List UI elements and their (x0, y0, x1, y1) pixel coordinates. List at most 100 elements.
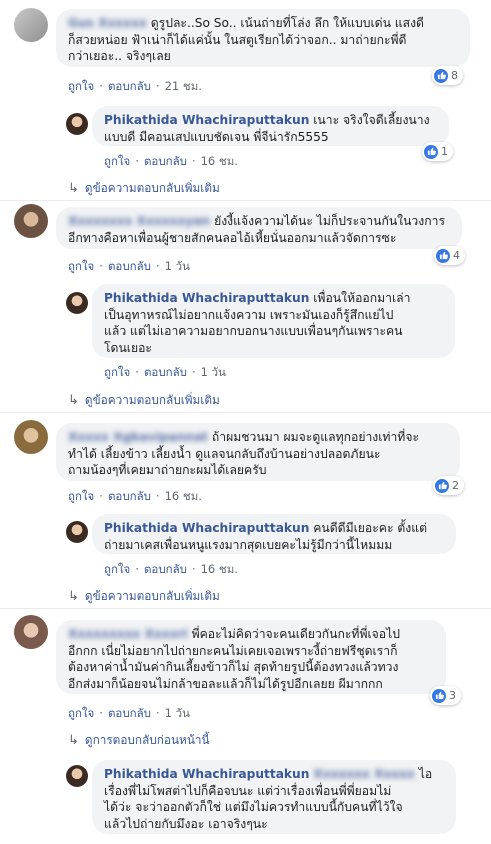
timestamp[interactable]: 16 ชม. (201, 154, 238, 168)
comment-author[interactable]: Xxxxx Xgkavipannat (68, 430, 208, 444)
comment-author[interactable]: Phikathida Whachiraputtakun (104, 767, 309, 781)
avatar[interactable] (66, 765, 88, 787)
comment-bubble: Xxxxx Xgkavipannat ถ้าผมชวนมา ผมจะดูแลทุ… (56, 423, 460, 481)
reaction-count[interactable]: 8 (432, 66, 463, 85)
view-more-label: ดูข้อความตอบกลับเพิ่มเติม (84, 181, 220, 195)
comment-author[interactable]: Phikathida Whachiraputtakun (104, 291, 309, 305)
separator: · (191, 365, 196, 379)
comment-text: เพื่อนให้ออกมาเล่า (313, 291, 411, 305)
like-icon (434, 68, 448, 83)
separator: · (135, 562, 139, 576)
separator: · (155, 489, 160, 503)
reply-button[interactable]: ตอบกลับ (144, 562, 187, 576)
comment-bubble: Xxxxxxxxx Xxxxri พี่คอะไม่คิดว่าจะคนเดีย… (56, 620, 446, 694)
reply-button[interactable]: ตอบกลับ (144, 365, 187, 379)
like-button[interactable]: ถูกใจ (68, 79, 94, 93)
timestamp[interactable]: 16 ชม. (201, 562, 238, 576)
avatar[interactable] (14, 615, 48, 649)
comment-text: แล้วไปถ่ายกับมึงอะ เอาจริงๆนะ (104, 816, 268, 831)
comment-author[interactable]: Xxxxxxxx Xxxxxxyan (68, 214, 210, 228)
reaction-number: 1 (441, 145, 448, 158)
comment-author[interactable]: Phikathida Whachiraputtakun (104, 521, 309, 535)
separator: · (191, 154, 196, 168)
timestamp[interactable]: 1 วัน (165, 706, 190, 720)
timestamp[interactable]: 1 วัน (201, 365, 226, 379)
reply-button[interactable]: ตอบกลับ (108, 706, 151, 720)
reaction-number: 4 (453, 249, 460, 262)
reaction-count[interactable]: 3 (430, 686, 461, 705)
timestamp[interactable]: 16 ชม. (165, 489, 202, 503)
view-previous-replies[interactable]: ↳ ดูการตอบกลับก่อนหน้านี้ (68, 731, 210, 750)
comment-text: ถามน้องๆที่เคยมาถ่ายกะผมได้เลยครับ (68, 463, 267, 477)
comment-text: ไอ (418, 767, 433, 781)
like-icon (435, 478, 449, 493)
reply-button[interactable]: ตอบกลับ (144, 154, 187, 168)
reaction-count[interactable]: 2 (433, 476, 464, 495)
comment-text: อีกทางคือหาเพื่อนผู้ชายสักคนลอไอ้เหี้ยนั… (68, 230, 397, 245)
like-button[interactable]: ถูกใจ (68, 706, 94, 720)
tagged-user[interactable]: Xxxxxxx Xxxxx (313, 767, 415, 781)
separator: · (155, 706, 160, 720)
view-more-label: ดูข้อความตอบกลับเพิ่มเติม (84, 393, 220, 407)
reaction-count[interactable]: 1 (422, 142, 453, 161)
comment-text: ดูรูปละ..So So.. เน้นถ่ายที่โล่ง ลึก ให้… (150, 16, 424, 30)
view-more-replies[interactable]: ↳ ดูข้อความตอบกลับเพิ่มเติม (68, 391, 220, 410)
comment-text: พี่คอะไม่คิดว่าจะคนเดียวกันกะที่พี่เจอไป (191, 627, 400, 641)
comment-text: อีกส่งมาก็น้อยจนไม่กล้าขอละแล้วก็ไม่ได้ร… (68, 676, 383, 691)
comment-text: เรื่องพี่ไม่โพสต่าไปก็คือจบนะ แต่ว่าเรื่… (104, 783, 392, 798)
comment-text: แล้ว แต่ไม่เอาความอยากบอกนางแบบเพื่อนๆกั… (104, 324, 403, 338)
comment-text: โดนเยอะ (104, 340, 152, 355)
divider (0, 608, 491, 609)
comment-actions: ถูกใจ · ตอบกลับ · 16 ชม. (104, 153, 238, 171)
separator: · (135, 154, 139, 168)
comment-text: ต้องหาค่าน้ำมันค่ากินเลี้ยงข้าวก็ไม่ สุด… (68, 660, 399, 674)
view-more-replies[interactable]: ↳ ดูข้อความตอบกลับเพิ่มเติม (68, 587, 220, 606)
reaction-number: 2 (452, 479, 459, 492)
avatar[interactable] (66, 521, 88, 543)
separator: · (155, 79, 160, 93)
like-icon (432, 688, 446, 703)
comment-text: ได้ว่ะ จะว่าออกตัวก็ใช่ แต่มึงไม่ควรทำแบ… (104, 800, 403, 814)
reply-bubble: Phikathida Whachiraputtakun คนดีดีมีเยอะ… (92, 514, 456, 554)
like-button[interactable]: ถูกใจ (104, 154, 130, 168)
comment-actions: ถูกใจ · ตอบกลับ · 16 ชม. (68, 488, 202, 506)
reply-button[interactable]: ตอบกลับ (108, 79, 151, 93)
comment-text: อีกกก เนี่ยไม่อยากไปถ่ายกะคนไม่เคยเจอเพร… (68, 643, 398, 658)
comment-author[interactable]: Phikathida Whachiraputtakun (104, 113, 309, 127)
like-button[interactable]: ถูกใจ (68, 489, 94, 503)
avatar[interactable] (14, 8, 48, 42)
comment-text: เป็นอุทาหรณ์ไม่อยากแจ้งความ เพราะมันเองก… (104, 307, 394, 322)
comment-text: ทำได้ เลี้ยงข้าว เลี้ยงน้ำ ดูแลจนกลับถึง… (68, 446, 381, 461)
comment-text: ถ้าผมชวนมา ผมจะดูแลทุกอย่างเท่าที่จะ (211, 430, 420, 444)
comment-actions: ถูกใจ · ตอบกลับ · 21 ชม. (68, 78, 202, 96)
like-button[interactable]: ถูกใจ (104, 562, 130, 576)
comment-author[interactable]: Xxxxxxxxx Xxxxri (68, 627, 188, 641)
comment-text: ยังงี้แจ้งความได้นะ ไม่ก็ประจานกันในวงกา… (214, 214, 445, 228)
reply-arrow-icon: ↳ (68, 589, 79, 604)
like-icon (436, 248, 450, 263)
reply-button[interactable]: ตอบกลับ (108, 489, 151, 503)
divider (0, 200, 491, 201)
timestamp[interactable]: 21 ชม. (165, 79, 202, 93)
comment-author[interactable]: Gus Xxxxxx (68, 16, 147, 30)
avatar[interactable] (14, 204, 48, 238)
separator: · (99, 706, 103, 720)
avatar[interactable] (14, 420, 48, 454)
like-button[interactable]: ถูกใจ (68, 259, 94, 273)
comment-bubble: Gus Xxxxxx ดูรูปละ..So So.. เน้นถ่ายที่โ… (56, 9, 470, 67)
separator: · (99, 259, 103, 273)
timestamp[interactable]: 1 วัน (165, 259, 190, 273)
view-more-label: ดูข้อความตอบกลับเพิ่มเติม (84, 589, 220, 603)
reaction-count[interactable]: 4 (434, 246, 465, 265)
reply-button[interactable]: ตอบกลับ (108, 259, 151, 273)
like-button[interactable]: ถูกใจ (104, 365, 130, 379)
avatar[interactable] (66, 292, 88, 314)
comment-actions: ถูกใจ · ตอบกลับ · 1 วัน (104, 364, 226, 382)
reply-bubble: Phikathida Whachiraputtakun เพื่อนให้ออก… (92, 284, 455, 358)
view-more-label: ดูการตอบกลับก่อนหน้านี้ (84, 733, 210, 747)
separator: · (135, 365, 139, 379)
view-more-replies[interactable]: ↳ ดูข้อความตอบกลับเพิ่มเติม (68, 179, 220, 198)
avatar[interactable] (66, 113, 88, 135)
reply-arrow-icon: ↳ (68, 733, 79, 748)
comment-text: ก็สวยหน่อย ฟ้าเน่าก็ได้แค่นั้น ในสตูเรีย… (68, 32, 407, 47)
